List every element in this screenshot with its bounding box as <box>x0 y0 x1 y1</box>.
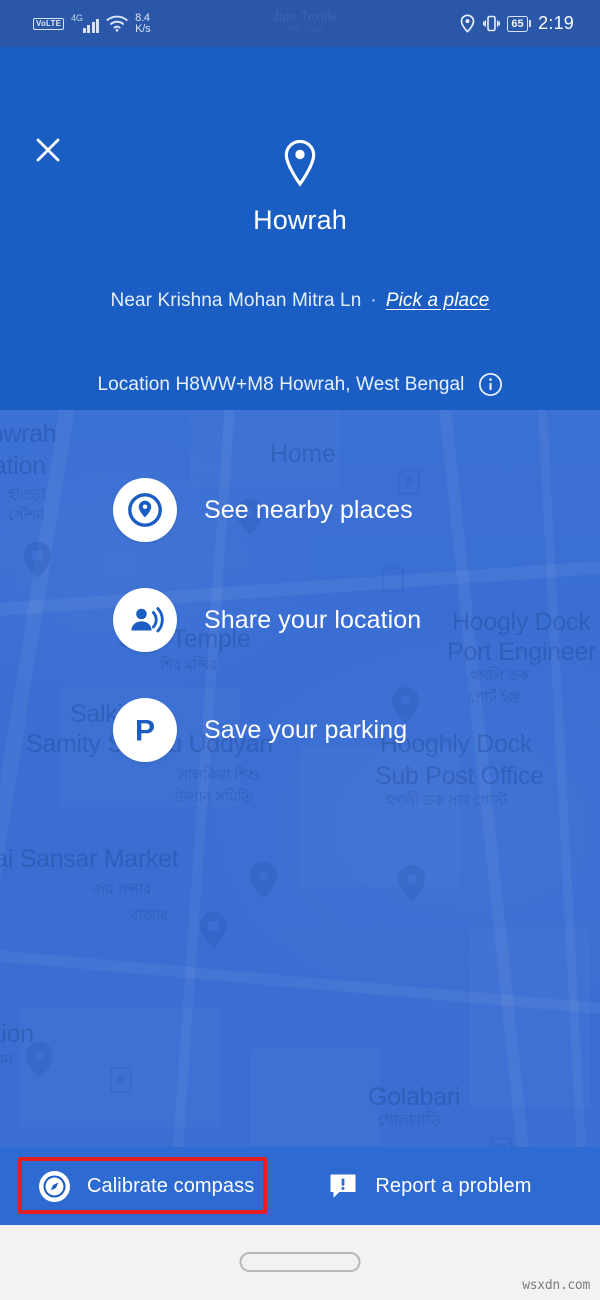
separator-dot: · <box>370 290 377 311</box>
battery-icon: 65 <box>507 15 532 32</box>
watermark: wsxdn.com <box>522 1278 590 1293</box>
data-speed-unit: K/s <box>135 22 151 35</box>
home-gesture-pill[interactable] <box>239 1252 361 1272</box>
map-label: Howrah <box>0 420 57 448</box>
plus-code-row: Location H8WW+M8 Howrah, West Bengal <box>0 372 600 397</box>
battery-percent: 65 <box>507 15 528 32</box>
calibrate-compass-label: Calibrate compass <box>87 1174 255 1197</box>
map-pin-icon <box>284 139 316 187</box>
data-speed-indicator: 8.4 K/s <box>135 12 151 35</box>
map-label: উদ্যান সমিতি <box>175 789 253 806</box>
nearby-places-icon <box>113 478 177 542</box>
report-problem-icon <box>328 1172 358 1200</box>
status-bar-right: 65 2:19 <box>459 13 574 34</box>
plus-code-text: Location H8WW+M8 Howrah, West Bengal <box>97 373 465 395</box>
map-label: গোলাবাড়ি <box>378 1112 441 1129</box>
status-bar: VoLTE 4G 8.4 K/s Jute Textile পাট বসন 65… <box>0 0 600 47</box>
map-label: জয় সন্সার <box>92 881 151 898</box>
action-see-nearby-places[interactable]: See nearby places <box>0 455 600 565</box>
signal-bars-icon: 4G <box>71 12 100 33</box>
action-list: See nearby places Share your location P … <box>0 455 600 785</box>
pick-a-place-link[interactable]: Pick a place <box>386 290 490 311</box>
map-marker-icon <box>250 862 277 898</box>
system-nav-bar: wsxdn.com <box>0 1225 600 1300</box>
bg-text-line1: Jute Textile <box>272 8 338 24</box>
map-marker-icon <box>200 912 227 948</box>
parking-icon: P <box>113 698 177 762</box>
map-label: Golabari <box>368 1083 461 1111</box>
bottom-action-bar: Calibrate compass Report a problem <box>0 1147 600 1225</box>
near-address-row: Near Krishna Mohan Mitra Ln · Pick a place <box>0 290 600 312</box>
location-pin-icon <box>461 14 475 33</box>
action-label: Save your parking <box>204 715 408 744</box>
svg-text:P: P <box>135 715 155 748</box>
near-address-text: Near Krishna Mohan Mitra Ln <box>110 290 362 311</box>
map-label: Jai Sansar Market <box>0 845 179 873</box>
map-building-icon <box>110 1067 132 1093</box>
action-label: Share your location <box>204 605 422 634</box>
close-button[interactable] <box>25 127 70 172</box>
status-bar-center-watermark: Jute Textile পাট বসন <box>150 10 459 38</box>
action-label: See nearby places <box>204 495 413 524</box>
wifi-icon <box>106 15 128 32</box>
calibrate-compass-button[interactable]: Calibrate compass <box>39 1170 255 1202</box>
report-problem-label: Report a problem <box>375 1174 532 1197</box>
map-label: স্টেশন <box>0 1052 13 1069</box>
action-share-your-location[interactable]: Share your location <box>0 565 600 675</box>
share-location-icon <box>113 588 177 652</box>
phone-screen: HowrahStationহাওড়াস্টেশনHomeShiv Templeশ… <box>0 0 600 1300</box>
location-header-panel: Howrah Near Krishna Mohan Mitra Ln · Pick … <box>0 47 600 410</box>
network-type-label: 4G <box>71 12 83 23</box>
report-problem-button[interactable]: Report a problem <box>328 1172 531 1200</box>
close-icon <box>36 138 59 161</box>
vibrate-icon <box>483 15 501 32</box>
map-label: Station <box>0 1020 34 1048</box>
map-marker-icon <box>398 865 425 901</box>
compass-icon <box>39 1170 70 1202</box>
page-title: Howrah <box>253 205 347 235</box>
map-label: বাজার <box>130 907 168 924</box>
action-save-your-parking[interactable]: P Save your parking <box>0 675 600 785</box>
clock: 2:19 <box>538 13 574 33</box>
status-bar-left: VoLTE 4G 8.4 K/s <box>33 12 151 35</box>
volte-icon: VoLTE <box>33 17 65 30</box>
bg-text-line2: পাট বসন <box>285 24 325 37</box>
map-label: হুগলী ডক সাব পোস্ট <box>385 792 508 809</box>
info-circle-icon[interactable] <box>478 372 503 397</box>
